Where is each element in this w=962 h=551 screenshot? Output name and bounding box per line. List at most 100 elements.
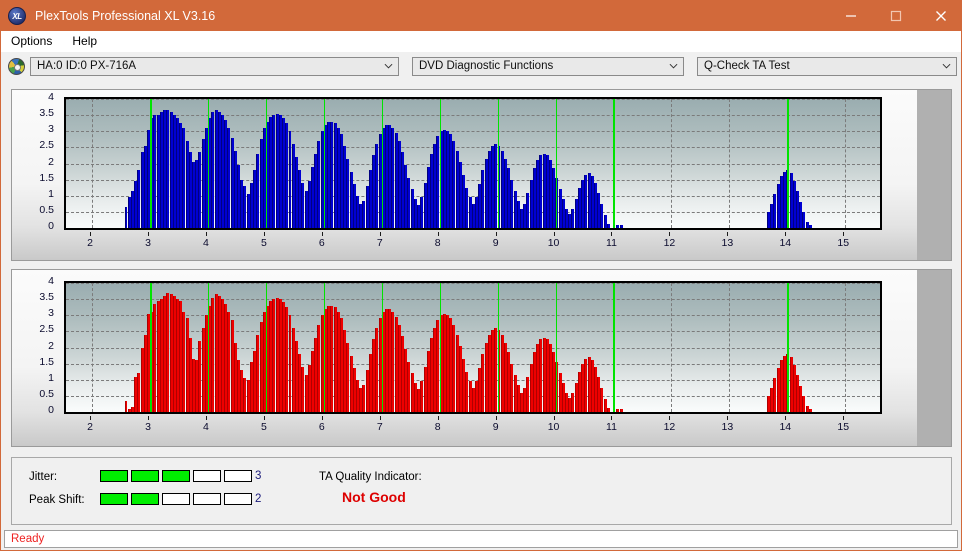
- track-marker-line: [787, 99, 789, 228]
- chart-bar: [606, 224, 610, 228]
- track-marker-line: [150, 99, 152, 228]
- x-axis-tick: [321, 416, 323, 420]
- peak-shift-value: 2: [255, 493, 262, 505]
- grid-line-vertical: [845, 283, 847, 412]
- meter-segment: [224, 470, 252, 482]
- x-axis-tick-label: 7: [376, 237, 383, 249]
- x-axis-tick-label: 2: [87, 237, 93, 249]
- window-controls: [828, 1, 961, 31]
- menu-item-help[interactable]: Help: [70, 33, 105, 50]
- cd-disc-icon: [8, 57, 25, 75]
- track-marker-line: [613, 283, 615, 412]
- selector-toolbar: HA:0 ID:0 PX-716A DVD Diagnostic Functio…: [1, 52, 961, 80]
- chart-bar: [619, 409, 623, 412]
- grid-line-horizontal: [66, 283, 880, 284]
- maximize-icon[interactable]: [873, 1, 918, 31]
- track-marker-line: [381, 283, 384, 412]
- meter-segment: [162, 470, 190, 482]
- jitter-chart-panel: 0.5 1 1.5 2 2.5 3 3.5 4 0 2 3 4 5 6 7 8 9 10 11 12 13 14 15: [11, 89, 952, 261]
- track-marker-line: [381, 99, 384, 228]
- grid-line-vertical: [729, 283, 731, 412]
- x-axis-tick-label: 13: [721, 237, 734, 249]
- x-axis-tick: [553, 232, 555, 236]
- x-axis-tick-label: 10: [547, 237, 560, 249]
- meter-segment: [193, 493, 221, 505]
- x-axis-tick-label: 6: [318, 421, 325, 433]
- x-axis-tick-label: 12: [663, 421, 676, 433]
- x-axis-tick-label: 8: [434, 237, 441, 249]
- drive-select[interactable]: HA:0 ID:0 PX-716A: [30, 56, 399, 76]
- x-axis-tick: [205, 416, 207, 420]
- x-axis-tick: [90, 232, 92, 236]
- grid-line-vertical: [92, 283, 94, 412]
- x-axis-tick: [785, 416, 787, 420]
- track-marker-line: [555, 99, 558, 228]
- meter-segment: [224, 493, 252, 505]
- track-marker-line: [265, 283, 268, 412]
- x-axis-tick: [553, 416, 555, 420]
- x-axis-tick: [727, 416, 729, 420]
- y-axis-tick-label: 4: [48, 275, 54, 287]
- grid-line-horizontal: [66, 131, 880, 133]
- x-axis-tick-label: 10: [547, 421, 560, 433]
- x-axis-tick-label: 9: [492, 421, 499, 433]
- status-text: Ready: [11, 533, 45, 545]
- track-marker-line: [555, 283, 558, 412]
- chart-bar: [808, 225, 812, 228]
- function-select[interactable]: DVD Diagnostic Functions: [412, 56, 684, 76]
- x-axis-tick: [669, 232, 671, 236]
- chevron-down-icon: [669, 63, 678, 69]
- x-axis-tick: [205, 232, 207, 236]
- x-axis-tick: [785, 232, 787, 236]
- close-icon[interactable]: [918, 1, 961, 31]
- track-marker-line: [265, 99, 268, 228]
- track-marker-line: [150, 283, 152, 412]
- chart-bar: [808, 409, 812, 412]
- track-marker-line: [787, 283, 789, 412]
- x-axis-tick-label: 13: [721, 421, 734, 433]
- grid-line-vertical: [671, 283, 673, 412]
- x-axis-tick: [669, 416, 671, 420]
- meter-segment: [162, 493, 190, 505]
- menu-item-options[interactable]: Options: [9, 33, 60, 50]
- x-axis-tick: [843, 416, 845, 420]
- x-axis-tick: [148, 232, 149, 236]
- jitter-chart-x-axis: 2 3 4 5 6 7 8 9 10 11 12 13 14 15: [64, 232, 882, 250]
- track-marker-line: [323, 283, 326, 412]
- minimize-icon[interactable]: [828, 1, 873, 31]
- x-axis-tick-label: 9: [492, 237, 499, 249]
- ta-quality-label: TA Quality Indicator:: [319, 471, 422, 483]
- x-axis-tick: [611, 416, 613, 420]
- x-axis-tick: [263, 232, 265, 236]
- y-axis-tick-label: 1: [48, 187, 54, 200]
- jitter-chart-inner: 0.5 1 1.5 2 2.5 3 3.5 4 0 2 3 4 5 6 7 8 9 10 11 12 13 14 15: [12, 90, 917, 260]
- x-axis-tick-label: 5: [260, 237, 267, 249]
- track-marker-line: [613, 99, 615, 228]
- y-axis-tick-label: 0.5: [39, 387, 54, 400]
- x-axis-tick-label: 6: [318, 237, 325, 249]
- grid-line-horizontal: [66, 99, 880, 100]
- peak-shift-chart-inner: 0.5 1 1.5 2 2.5 3 3.5 4 0 2 3 4 5 6 7 8 9 10 11 12 13 14 15: [12, 270, 917, 446]
- x-axis-tick-label: 8: [434, 421, 441, 433]
- x-axis-tick-label: 11: [606, 421, 617, 433]
- window-title: PlexTools Professional XL V3.16: [35, 9, 216, 23]
- status-bar: Ready: [4, 530, 958, 548]
- x-axis-tick-label: 3: [145, 421, 151, 433]
- x-axis-tick: [379, 232, 381, 236]
- y-axis-tick-label: 3: [48, 123, 54, 136]
- title-bar: XL PlexTools Professional XL V3.16: [1, 1, 961, 31]
- plextools-window: XL PlexTools Professional XL V3.16 Optio…: [0, 0, 962, 551]
- drive-select-value: HA:0 ID:0 PX-716A: [37, 60, 137, 72]
- chart-bar: [619, 225, 623, 228]
- y-axis-tick-label: 3.5: [39, 107, 54, 120]
- x-axis-tick-label: 4: [203, 421, 209, 433]
- x-axis-tick-label: 14: [779, 421, 792, 433]
- meter-segment: [131, 470, 159, 482]
- test-select[interactable]: Q-Check TA Test: [697, 56, 957, 76]
- x-axis-tick: [90, 416, 92, 420]
- grid-line-horizontal: [66, 299, 880, 301]
- test-select-value: Q-Check TA Test: [704, 60, 790, 72]
- track-marker-line: [439, 283, 442, 412]
- y-axis-tick-label: 1: [48, 371, 54, 384]
- jitter-value: 3: [255, 470, 262, 482]
